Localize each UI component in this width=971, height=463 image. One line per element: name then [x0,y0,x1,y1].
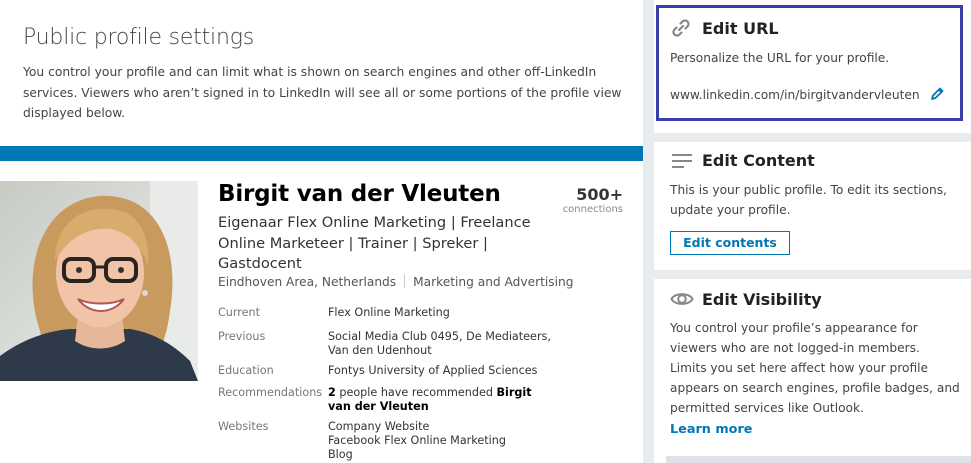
recommendation-count: 2 [328,386,336,399]
edit-visibility-description: You control your profile’s appearance fo… [670,321,960,415]
profile-location: Eindhoven Area, Netherlands [218,275,397,289]
edit-content-description: This is your public profile. To edit its… [670,183,947,217]
lines-icon [672,153,694,173]
page-title: Public profile settings [23,25,254,50]
detail-label: Recommendations [218,386,323,399]
next-card-edge [666,456,971,463]
recommendation-text: people have recommended [335,386,497,399]
pencil-icon[interactable] [929,86,945,106]
website-link[interactable]: Company Website [328,420,553,434]
learn-more-link[interactable]: Learn more [670,422,752,437]
connections-count: 500+ [576,185,623,204]
edit-visibility-title: Edit Visibility [702,290,822,309]
card-divider [654,133,971,142]
profile-headline: Eigenaar Flex Online Marketing | Freelan… [218,214,531,272]
profile-name: Birgit van der Vleuten [218,181,501,207]
link-icon [670,17,692,43]
profile-industry: Marketing and Advertising [413,275,574,289]
card-divider [654,270,971,279]
profile-url: www.linkedin.com/in/birgitvandervleuten [670,88,920,102]
edit-content-title: Edit Content [702,151,815,170]
website-link[interactable]: Facebook Flex Online Marketing [328,434,553,448]
edit-url-description: Personalize the URL for your profile. [670,51,890,65]
divider [404,274,406,288]
website-link[interactable]: Blog [328,448,553,462]
eye-icon [670,290,694,312]
detail-value-websites: Company Website Facebook Flex Online Mar… [328,420,553,462]
edit-contents-button[interactable]: Edit contents [670,231,790,255]
detail-label: Current [218,306,261,319]
detail-value-current: Flex Online Marketing [328,306,450,319]
connections-label: connections [562,204,623,215]
detail-label: Websites [218,420,269,433]
edit-url-title: Edit URL [702,19,779,38]
detail-value-previous: Social Media Club 0495, De Mediateers, V… [328,330,551,357]
detail-value-recommendations: 2 people have recommended Birgit van der… [328,386,553,414]
detail-value-education: Fontys University of Applied Sciences [328,364,538,377]
location-industry-line: Eindhoven Area, Netherlands Marketing and… [218,274,573,289]
detail-label: Education [218,364,274,377]
page-description: You control your profile and can limit w… [23,65,622,120]
accent-band [0,146,643,161]
profile-photo [0,181,198,381]
detail-label: Previous [218,330,266,343]
